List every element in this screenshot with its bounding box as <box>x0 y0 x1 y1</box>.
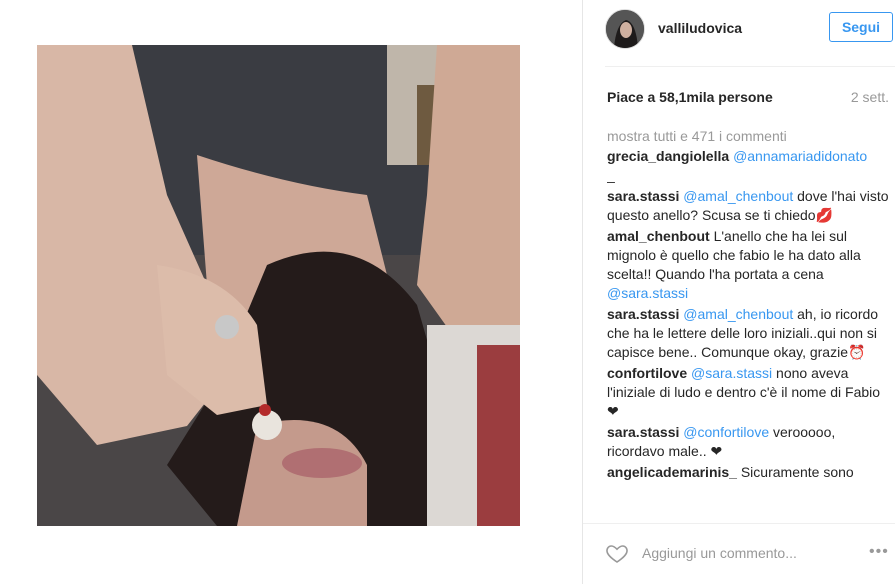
comment-item: amal_chenbout L'anello che ha lei sul mi… <box>607 227 892 303</box>
divider <box>583 523 895 524</box>
comment-item: sara.stassi @amal_chenbout ah, io ricord… <box>607 305 892 362</box>
comment-mention[interactable]: @amal_chenbout <box>683 188 793 204</box>
comment-mention[interactable]: @confortilove <box>683 424 769 440</box>
add-comment-input[interactable]: Aggiungi un commento... <box>642 545 797 561</box>
username-link[interactable]: valliludovica <box>658 20 742 36</box>
comment-username[interactable]: sara.stassi <box>607 188 679 204</box>
comment-username[interactable]: sara.stassi <box>607 306 679 322</box>
divider <box>605 66 895 67</box>
post-media-pane <box>0 0 582 584</box>
view-all-comments-link[interactable]: mostra tutti e 471 i commenti <box>607 127 892 145</box>
avatar[interactable] <box>605 9 645 49</box>
avatar-image <box>606 10 644 48</box>
like-heart-icon[interactable] <box>605 541 629 565</box>
comments-list: mostra tutti e 471 i commenti grecia_dan… <box>607 127 892 522</box>
comment-username[interactable]: confortilove <box>607 365 687 381</box>
post-details-pane: valliludovica Segui Piace a 58,1mila per… <box>583 0 895 584</box>
comment-mention[interactable]: @sara.stassi <box>691 365 772 381</box>
comment-item: confortilove @sara.stassi nono aveva l'i… <box>607 364 892 421</box>
comment-item: angelicademarinis_ Sicuramente sono <box>607 463 892 482</box>
follow-button[interactable]: Segui <box>829 12 893 42</box>
comment-username[interactable]: sara.stassi <box>607 424 679 440</box>
post-photo[interactable] <box>37 45 520 526</box>
post-header: valliludovica Segui <box>605 6 895 50</box>
comment-item: sara.stassi @confortilove verooooo, rico… <box>607 423 892 461</box>
post-timestamp[interactable]: 2 sett. <box>851 89 889 105</box>
comment-username[interactable]: angelicademarinis_ <box>607 464 737 480</box>
more-options-icon[interactable]: ••• <box>869 543 889 561</box>
likes-count[interactable]: Piace a 58,1mila persone <box>607 89 773 105</box>
comment-text: Sicuramente sono <box>740 464 854 480</box>
comment-mention[interactable]: @amal_chenbout <box>683 306 793 322</box>
faded-background-header <box>0 10 582 40</box>
comment-item: grecia_dangiolella @annamariadidonato _ <box>607 147 892 185</box>
comment-item: sara.stassi @amal_chenbout dove l'hai vi… <box>607 187 892 225</box>
photo-illustration <box>37 45 520 526</box>
comment-mention[interactable]: @sara.stassi <box>607 285 688 301</box>
comment-mention[interactable]: @annamariadidonato <box>733 148 867 164</box>
comment-text: _ <box>607 167 615 183</box>
comment-username[interactable]: grecia_dangiolella <box>607 148 729 164</box>
comment-username[interactable]: amal_chenbout <box>607 228 710 244</box>
